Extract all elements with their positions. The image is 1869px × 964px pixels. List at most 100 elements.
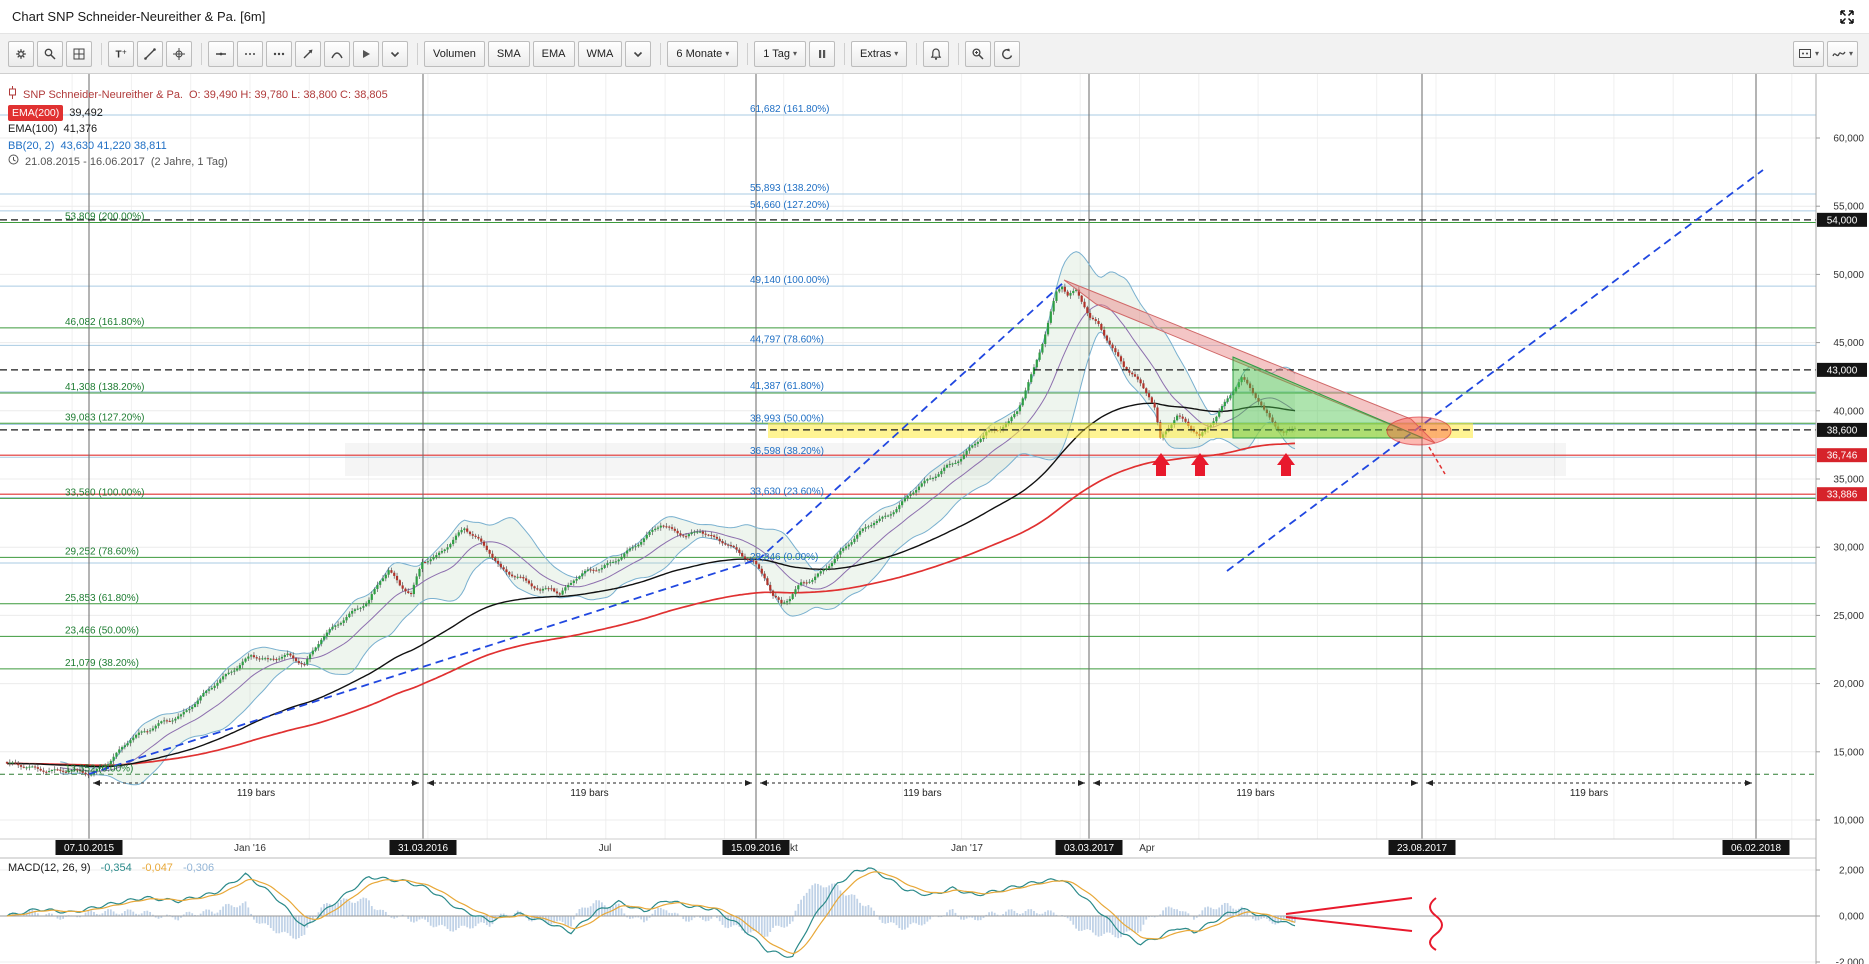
price-tick-label: 40,000 (1833, 406, 1864, 417)
svg-text:T: T (116, 49, 122, 60)
fib-blue-label: 38,993 (50.00%) (750, 414, 824, 425)
ema100-value: 41,376 (63, 123, 98, 135)
fib-green-label: 41,308 (138.20%) (65, 382, 145, 393)
svg-text:38,600: 38,600 (1827, 425, 1858, 436)
zoom-reset-button[interactable] (994, 40, 1021, 67)
fib-green-label: 13,352 (0.00%) (65, 763, 133, 774)
price-tick-label: 50,000 (1833, 270, 1864, 281)
fib-blue-label: 28,846 (0.00%) (750, 552, 818, 563)
ema-button[interactable]: EMA (532, 40, 575, 67)
bb-values: 43,630 41,220 38,811 (60, 139, 167, 152)
chart-gear-icon (1798, 47, 1812, 61)
trendline-tool-button[interactable] (137, 40, 163, 67)
play-icon (359, 47, 373, 61)
expand-window-icon[interactable] (1839, 9, 1855, 25)
macd-legend[interactable]: MACD(12, 26, 9) -0,354 -0,047 -0,306 (8, 862, 214, 874)
legend-ema100-row[interactable]: EMA(100) 41,376 (8, 121, 388, 138)
volume-button[interactable]: Volumen (424, 40, 485, 67)
indicator-dropdown-button[interactable] (625, 40, 652, 67)
toolbar-separator (660, 42, 662, 65)
date-label: Jan '16 (234, 843, 266, 854)
bars-count-label: 119 bars (1570, 788, 1608, 799)
legend-period: 21.08.2015 - 16.06.2017 (25, 156, 145, 168)
legend-ema200-row[interactable]: EMA(200) 39,492 (8, 104, 388, 121)
price-legend: SNP Schneider-Neureither & Pa. O: 39,490… (8, 86, 388, 171)
fib-green-label: 53,809 (200.00%) (65, 211, 145, 222)
clock-icon (8, 154, 19, 171)
legend-bb-row[interactable]: BB(20, 2) 43,630 41,220 38,811 (8, 138, 388, 155)
price-tick-label: 60,000 (1833, 134, 1864, 145)
wma-button[interactable]: WMA (577, 40, 623, 67)
price-tick-label: 55,000 (1833, 202, 1864, 213)
price-tick-label: 15,000 (1833, 747, 1864, 758)
price-tick-label: 10,000 (1833, 816, 1864, 827)
line-style-button[interactable]: ▾ (1826, 40, 1858, 67)
legend-symbol-row[interactable]: SNP Schneider-Neureither & Pa. O: 39,490… (8, 86, 388, 105)
chart-options-button[interactable]: ▾ (1792, 40, 1824, 67)
price-tick-label: 35,000 (1833, 475, 1864, 486)
toolbar-separator (916, 42, 918, 65)
price-axis[interactable]: 60,000 55,000 50,000 45,000 40,000 35,000 30,0… (1815, 74, 1869, 964)
toolbar-separator (101, 42, 102, 65)
dashline-tool-button[interactable] (237, 40, 263, 67)
macd-histogram-value: -0,306 (182, 862, 215, 874)
play-button[interactable] (353, 40, 379, 67)
text-tool-button[interactable]: T + (108, 40, 134, 67)
tools-dropdown-button[interactable] (382, 40, 408, 67)
price-tick-label: 30,000 (1833, 543, 1864, 554)
fib-green-label: 46,082 (161.80%) (65, 317, 145, 328)
toolbar-separator (844, 42, 846, 65)
sma-button[interactable]: SMA (487, 40, 530, 67)
grid-layout-button[interactable] (66, 40, 92, 67)
macd-label: MACD(12, 26, 9) (8, 862, 91, 874)
macd-squiggle-annotation (1429, 897, 1443, 951)
date-axis[interactable]: Jan '16 Jul Okt Jan '17 Apr07.10.2015 31.03.2… (55, 840, 1790, 855)
more-tools-button[interactable] (266, 40, 292, 67)
macd-panel (0, 867, 1816, 963)
alarm-button[interactable] (923, 40, 950, 67)
macd-line (6, 867, 1296, 958)
settings-button[interactable] (8, 40, 34, 67)
macd-annotation-line (1285, 897, 1413, 915)
toolbar-separator (747, 42, 749, 65)
bb-label: BB(20, 2) (8, 139, 55, 152)
fib-blue-label: 36,598 (38.20%) (750, 446, 824, 457)
fib-blue-label: 54,660 (127.20%) (750, 200, 830, 211)
price-tick-label: 25,000 (1833, 611, 1864, 622)
interval-select[interactable]: 1 Tag ▾ (754, 40, 807, 67)
application-window: Chart SNP Schneider-Neureither & Pa. [6m… (0, 0, 1869, 964)
arrow-tool-button[interactable] (295, 40, 321, 67)
bars-count-label: 119 bars (237, 788, 275, 799)
fib-blue-label: 33,630 (23.60%) (750, 487, 824, 498)
compare-bars-button[interactable] (809, 40, 836, 67)
svg-text:06.02.2018: 06.02.2018 (1731, 843, 1781, 854)
svg-text:15.09.2016: 15.09.2016 (731, 843, 781, 854)
timespan-select-label: 6 Monate (676, 47, 723, 60)
pause-icon (815, 47, 829, 61)
chevron-down-icon (631, 47, 645, 61)
annotations-layer: 119 bars 119 bars 119 bars 119 bars 119 bars (0, 169, 1816, 799)
interval-select-label: 1 Tag (763, 47, 790, 60)
crosshair-tool-button[interactable] (166, 40, 192, 67)
fib-blue-label: 41,387 (61.80%) (750, 381, 824, 392)
volume-button-label: Volumen (433, 47, 476, 60)
magnifier-icon (43, 47, 57, 61)
macd-annotation-line (1285, 916, 1413, 932)
chevron-down-icon: ▾ (1848, 49, 1853, 58)
extras-select[interactable]: Extras ▾ (851, 40, 908, 67)
bars-count-label: 119 bars (1236, 788, 1274, 799)
toolbar-separator (958, 42, 960, 65)
macd-value: -0,354 (100, 862, 132, 874)
zoom-in-button[interactable] (965, 40, 992, 67)
zoom-tool-button[interactable] (37, 40, 63, 67)
undo-icon (1000, 47, 1014, 61)
toolbar: T + Volumen SMA EMA WMA 6 Monate ▾ 1 Tag ▾ Extras ▾… (0, 34, 1869, 74)
timespan-select[interactable]: 6 Monate ▾ (667, 40, 739, 67)
legend-duration: (2 Jahre, 1 Tag) (150, 156, 228, 168)
extras-select-label: Extras (860, 47, 892, 60)
chart-canvas[interactable]: 119 bars 119 bars 119 bars 119 bars 119 bars… (0, 74, 1869, 964)
chevron-down-icon: ▾ (894, 49, 899, 58)
hline-tool-button[interactable] (208, 40, 234, 67)
curve-tool-button[interactable] (324, 40, 350, 67)
fib-green-label: 29,252 (78.60%) (65, 546, 139, 557)
